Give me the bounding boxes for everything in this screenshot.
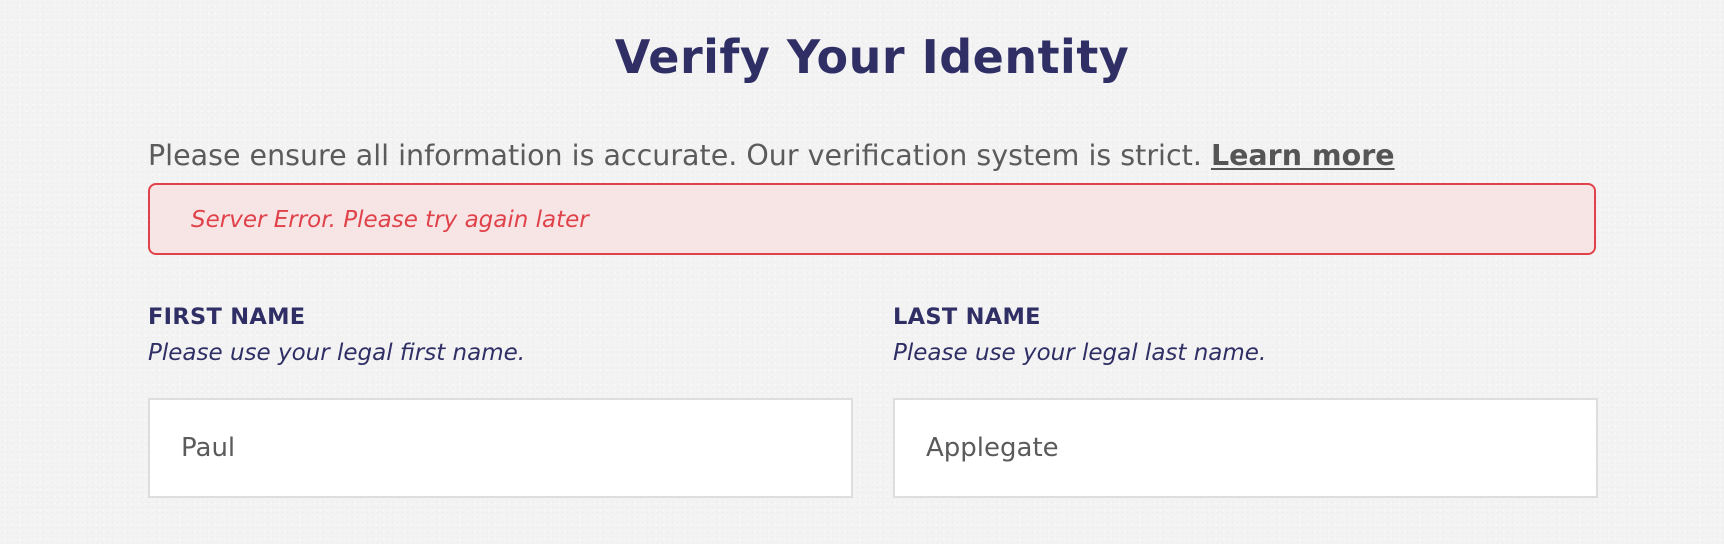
first-name-input[interactable] [148, 398, 853, 498]
first-name-hint: Please use your legal first name. [148, 340, 526, 366]
error-message: Server Error. Please try again later [191, 207, 589, 233]
intro-message: Please ensure all information is accurat… [148, 139, 1211, 172]
last-name-hint: Please use your legal last name. [893, 340, 1267, 366]
first-name-label: FIRST NAME [148, 304, 306, 330]
last-name-label: LAST NAME [893, 304, 1041, 330]
error-banner: Server Error. Please try again later [148, 183, 1596, 255]
page-title: Verify Your Identity [614, 30, 1130, 84]
last-name-input[interactable] [893, 398, 1598, 498]
intro-text: Please ensure all information is accurat… [148, 139, 1395, 172]
learn-more-link[interactable]: Learn more [1211, 139, 1395, 172]
